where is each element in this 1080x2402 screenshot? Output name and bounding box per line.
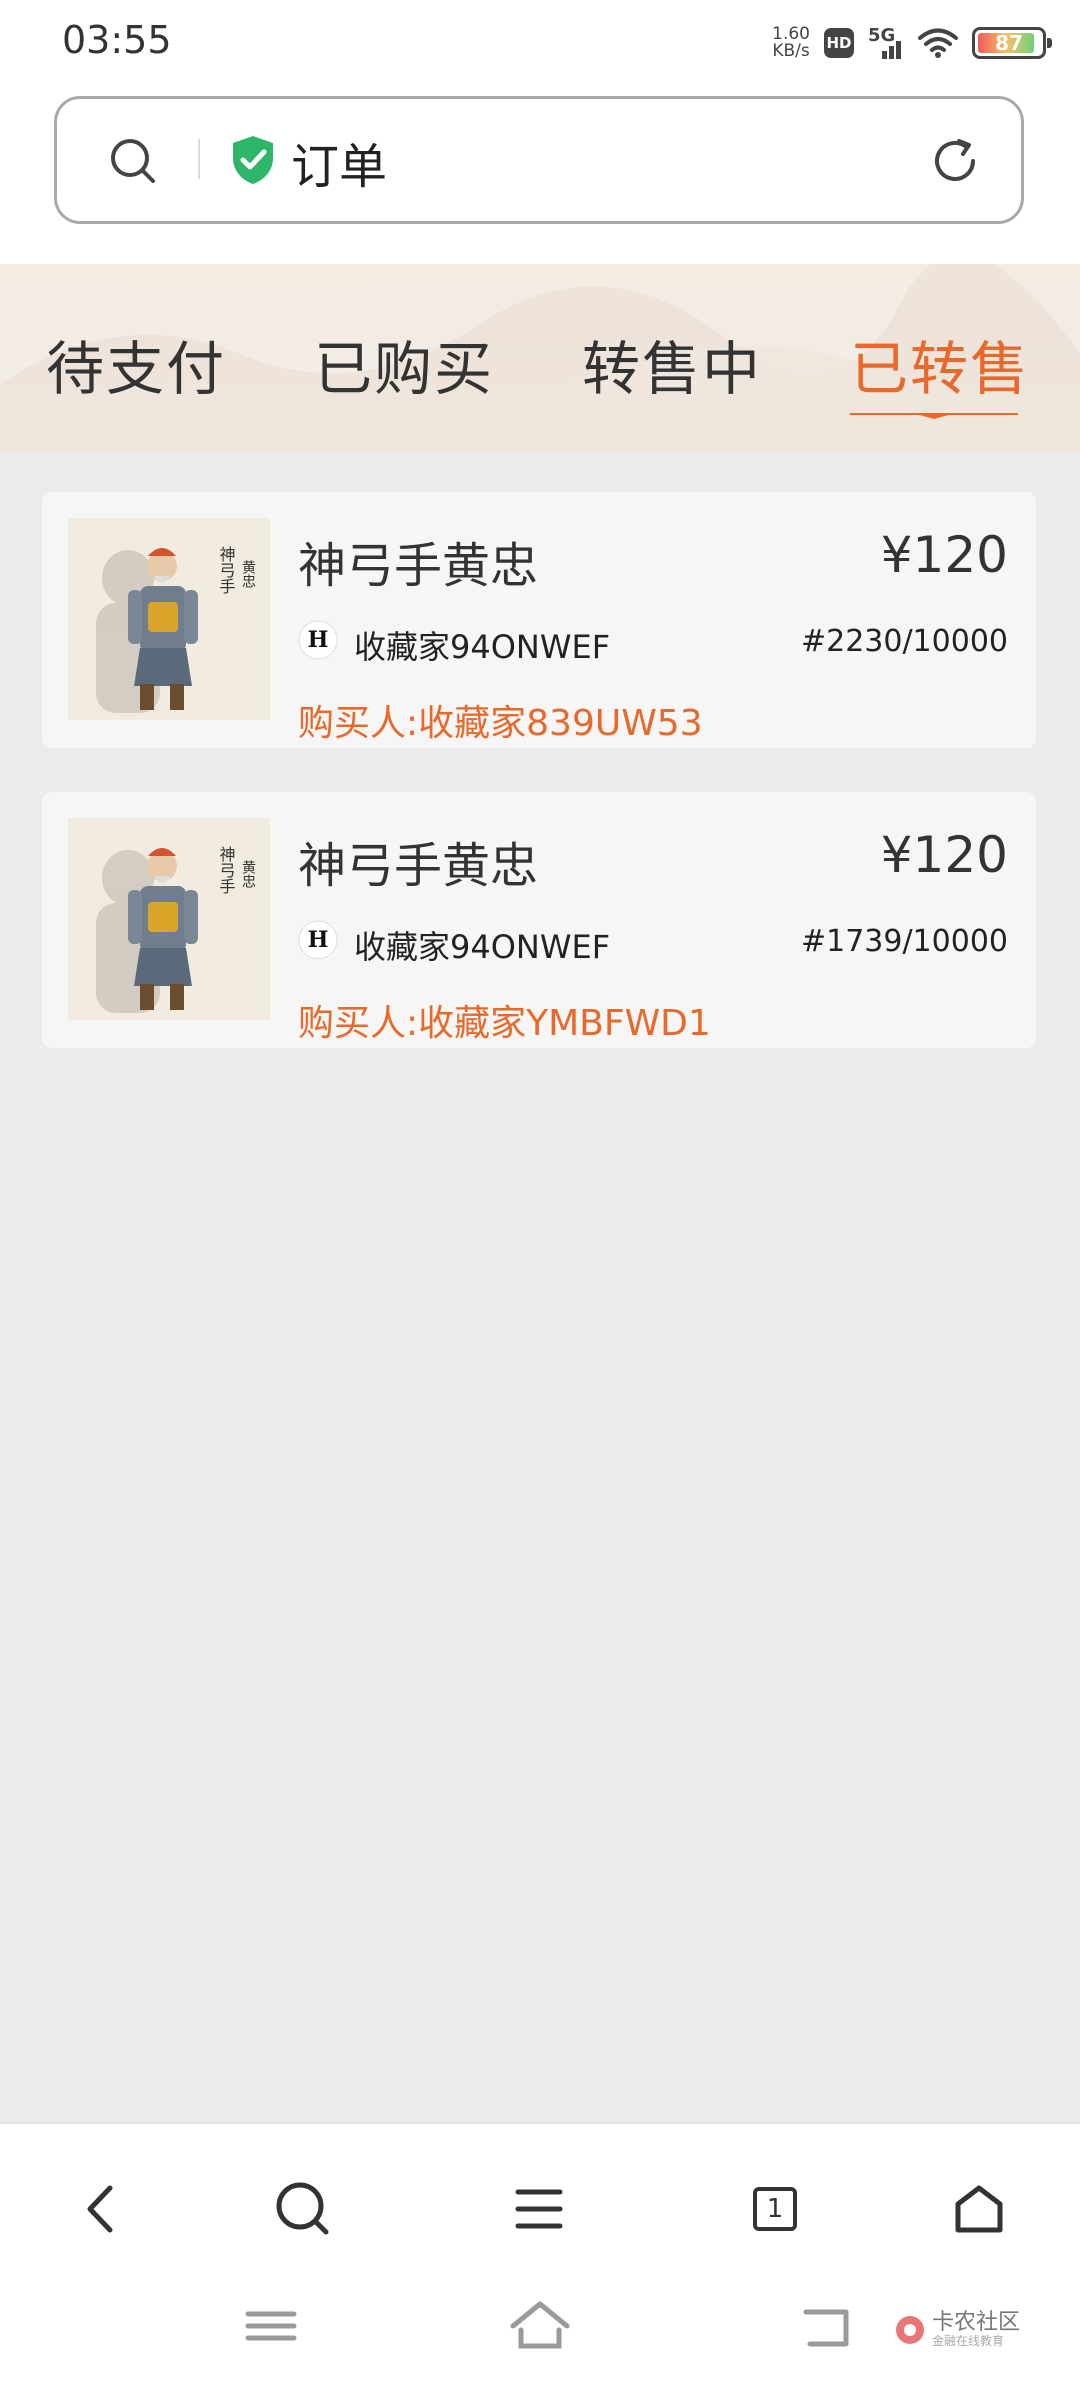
item-price: ¥120 <box>880 526 1008 584</box>
active-tab-indicator <box>850 413 1018 419</box>
order-card[interactable]: 神弓手 黄忠 神弓手黄忠 ¥120 H 收藏家94ONWEF #2230/100… <box>42 492 1036 748</box>
svg-text:神弓手: 神弓手 <box>217 846 236 895</box>
tab-pending-payment[interactable]: 待支付 <box>46 322 226 406</box>
refresh-icon[interactable] <box>929 135 981 187</box>
address-bar[interactable]: 订单 <box>54 96 1024 224</box>
wifi-icon <box>918 28 958 58</box>
item-name: 神弓手黄忠 <box>298 838 539 894</box>
back-icon[interactable] <box>68 2174 138 2244</box>
item-price: ¥120 <box>880 826 1008 884</box>
system-back-icon[interactable] <box>792 2296 862 2356</box>
tab-count: 1 <box>753 2187 797 2231</box>
order-tabs: 待支付 已购买 转售中 已转售 <box>0 264 1080 450</box>
watermark-text: 卡农社区 <box>931 2310 1020 2335</box>
system-home-icon[interactable] <box>505 2296 575 2356</box>
tab-purchased[interactable]: 已购买 <box>314 322 494 406</box>
watermark-logo-icon <box>895 2316 924 2344</box>
svg-text:H: H <box>308 927 329 953</box>
tab-reselling[interactable]: 转售中 <box>582 322 762 406</box>
item-name: 神弓手黄忠 <box>298 538 539 594</box>
search-icon[interactable] <box>268 2174 338 2244</box>
buyer-name: 购买人:收藏家YMBFWD1 <box>298 1003 711 1044</box>
page-title[interactable]: 订单 <box>291 127 387 197</box>
order-card[interactable]: 神弓手 黄忠 神弓手黄忠 ¥120 H 收藏家94ONWEF #1739/100… <box>42 792 1036 1048</box>
serial-number: #1739/10000 <box>800 924 1008 959</box>
svg-text:神弓手: 神弓手 <box>217 546 236 595</box>
shield-check-icon <box>233 136 273 184</box>
home-icon[interactable] <box>944 2174 1014 2244</box>
watermark-subtext: 金融在线教育 <box>931 2334 1004 2348</box>
tabs-button[interactable]: 1 <box>740 2174 810 2244</box>
recent-apps-icon[interactable] <box>236 2296 306 2356</box>
status-bar: 03:55 1.60 KB/s HD 5G 87 <box>0 0 1080 86</box>
seller-name: 收藏家94ONWEF <box>354 628 611 666</box>
brand-logo-icon: H <box>298 920 338 960</box>
signal-5g-icon: 5G <box>868 25 904 61</box>
seller-name: 收藏家94ONWEF <box>354 928 611 966</box>
address-bar-area: 订单 <box>0 86 1080 264</box>
watermark: 卡农社区 金融在线教育 <box>894 2312 1020 2348</box>
tab-resold[interactable]: 已转售 <box>850 322 1030 406</box>
svg-text:H: H <box>308 627 329 653</box>
svg-text:黄忠: 黄忠 <box>240 859 256 888</box>
clock: 03:55 <box>62 18 172 62</box>
brand-logo-icon: H <box>298 620 338 660</box>
search-icon[interactable] <box>109 137 157 185</box>
buyer-name: 购买人:收藏家839UW53 <box>298 703 703 744</box>
network-speed: 1.60 KB/s <box>772 24 810 61</box>
serial-number: #2230/10000 <box>800 624 1008 659</box>
battery-icon: 87 <box>972 27 1052 59</box>
divider <box>198 139 200 179</box>
status-icons: 1.60 KB/s HD 5G 87 <box>772 20 1052 66</box>
svg-text:黄忠: 黄忠 <box>240 559 256 588</box>
nft-thumbnail: 神弓手 黄忠 <box>68 818 270 1020</box>
hd-icon: HD <box>824 28 854 58</box>
browser-toolbar: 1 卡农社区 金融在线教育 <box>0 2122 1080 2402</box>
menu-icon[interactable] <box>504 2174 574 2244</box>
nft-thumbnail: 神弓手 黄忠 <box>68 518 270 720</box>
